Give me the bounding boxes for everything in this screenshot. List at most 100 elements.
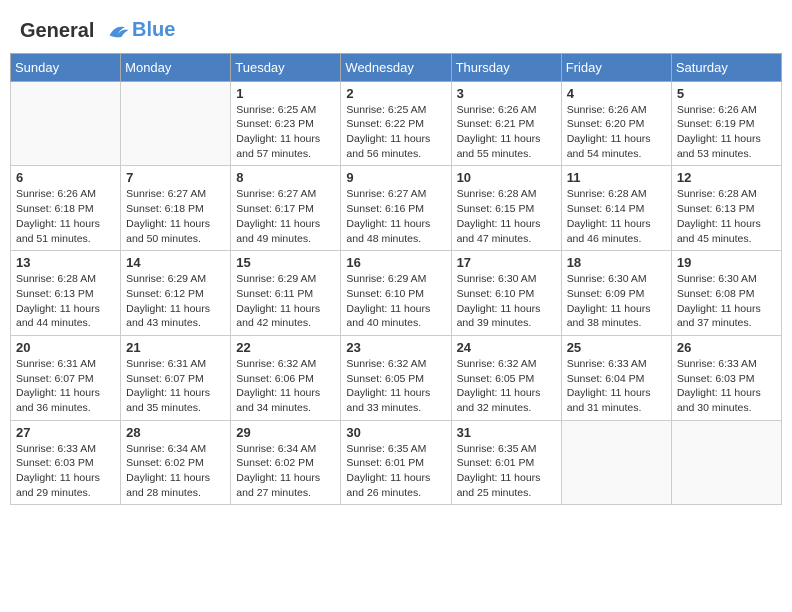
cell-info: Sunrise: 6:30 AMSunset: 6:08 PMDaylight:… (677, 272, 776, 331)
cell-info: Sunrise: 6:32 AMSunset: 6:05 PMDaylight:… (457, 357, 556, 416)
day-header-sunday: Sunday (11, 53, 121, 81)
calendar-cell (671, 420, 781, 505)
cell-info: Sunrise: 6:28 AMSunset: 6:13 PMDaylight:… (677, 187, 776, 246)
day-number: 3 (457, 86, 556, 101)
day-number: 13 (16, 255, 115, 270)
cell-info: Sunrise: 6:25 AMSunset: 6:22 PMDaylight:… (346, 103, 445, 162)
cell-info: Sunrise: 6:25 AMSunset: 6:23 PMDaylight:… (236, 103, 335, 162)
day-number: 21 (126, 340, 225, 355)
cell-info: Sunrise: 6:32 AMSunset: 6:05 PMDaylight:… (346, 357, 445, 416)
calendar-cell: 11Sunrise: 6:28 AMSunset: 6:14 PMDayligh… (561, 166, 671, 251)
calendar-cell (561, 420, 671, 505)
calendar-cell: 30 Sunrise: 6:35 AMSunset: 6:01 PMDayligh… (341, 420, 451, 505)
logo: General Blue (20, 20, 175, 43)
day-number: 14 (126, 255, 225, 270)
cell-info: Sunrise: 6:27 AMSunset: 6:18 PMDaylight:… (126, 187, 225, 246)
calendar-cell: 23 Sunrise: 6:32 AMSunset: 6:05 PMDayligh… (341, 335, 451, 420)
cell-info: Sunrise: 6:32 AMSunset: 6:06 PMDaylight:… (236, 357, 335, 416)
calendar-cell (11, 81, 121, 166)
cell-info: Sunrise: 6:26 AMSunset: 6:20 PMDaylight:… (567, 103, 666, 162)
day-number: 5 (677, 86, 776, 101)
calendar-table: SundayMondayTuesdayWednesdayThursdayFrid… (10, 53, 782, 506)
calendar-week-row: 13 Sunrise: 6:28 AMSunset: 6:13 PMDayligh… (11, 251, 782, 336)
day-number: 12 (677, 170, 776, 185)
day-header-saturday: Saturday (671, 53, 781, 81)
day-number: 4 (567, 86, 666, 101)
cell-info: Sunrise: 6:34 AMSunset: 6:02 PMDaylight:… (126, 442, 225, 501)
cell-info: Sunrise: 6:35 AMSunset: 6:01 PMDaylight:… (457, 442, 556, 501)
calendar-cell: 5 Sunrise: 6:26 AMSunset: 6:19 PMDaylight… (671, 81, 781, 166)
cell-info: Sunrise: 6:30 AMSunset: 6:09 PMDaylight:… (567, 272, 666, 331)
calendar-week-row: 20Sunrise: 6:31 AMSunset: 6:07 PMDayligh… (11, 335, 782, 420)
calendar-cell: 19 Sunrise: 6:30 AMSunset: 6:08 PMDayligh… (671, 251, 781, 336)
day-number: 8 (236, 170, 335, 185)
calendar-week-row: 27Sunrise: 6:33 AMSunset: 6:03 PMDayligh… (11, 420, 782, 505)
calendar-cell: 8Sunrise: 6:27 AMSunset: 6:17 PMDaylight… (231, 166, 341, 251)
calendar-cell: 3Sunrise: 6:26 AMSunset: 6:21 PMDaylight… (451, 81, 561, 166)
calendar-cell: 6 Sunrise: 6:26 AMSunset: 6:18 PMDaylight… (11, 166, 121, 251)
calendar-cell: 4 Sunrise: 6:26 AMSunset: 6:20 PMDaylight… (561, 81, 671, 166)
day-number: 10 (457, 170, 556, 185)
calendar-cell: 21 Sunrise: 6:31 AMSunset: 6:07 PMDayligh… (121, 335, 231, 420)
logo-text-general: General (20, 20, 94, 42)
calendar-cell: 14Sunrise: 6:29 AMSunset: 6:12 PMDayligh… (121, 251, 231, 336)
day-number: 31 (457, 425, 556, 440)
day-number: 15 (236, 255, 335, 270)
day-number: 9 (346, 170, 445, 185)
day-number: 2 (346, 86, 445, 101)
logo-text-blue: Blue (132, 19, 175, 42)
calendar-cell: 18 Sunrise: 6:30 AMSunset: 6:09 PMDayligh… (561, 251, 671, 336)
cell-info: Sunrise: 6:26 AMSunset: 6:19 PMDaylight:… (677, 103, 776, 162)
cell-info: Sunrise: 6:30 AMSunset: 6:10 PMDaylight:… (457, 272, 556, 331)
cell-info: Sunrise: 6:29 AMSunset: 6:10 PMDaylight:… (346, 272, 445, 331)
cell-info: Sunrise: 6:31 AMSunset: 6:07 PMDaylight:… (126, 357, 225, 416)
day-number: 11 (567, 170, 666, 185)
day-number: 23 (346, 340, 445, 355)
day-number: 24 (457, 340, 556, 355)
day-header-thursday: Thursday (451, 53, 561, 81)
calendar-cell: 31 Sunrise: 6:35 AMSunset: 6:01 PMDayligh… (451, 420, 561, 505)
calendar-cell: 15 Sunrise: 6:29 AMSunset: 6:11 PMDayligh… (231, 251, 341, 336)
cell-info: Sunrise: 6:26 AMSunset: 6:18 PMDaylight:… (16, 187, 115, 246)
calendar-cell: 22Sunrise: 6:32 AMSunset: 6:06 PMDayligh… (231, 335, 341, 420)
page-header: General Blue (10, 10, 782, 48)
calendar-cell: 29Sunrise: 6:34 AMSunset: 6:02 PMDayligh… (231, 420, 341, 505)
calendar-week-row: 6 Sunrise: 6:26 AMSunset: 6:18 PMDaylight… (11, 166, 782, 251)
day-number: 1 (236, 86, 335, 101)
cell-info: Sunrise: 6:33 AMSunset: 6:03 PMDaylight:… (677, 357, 776, 416)
day-header-wednesday: Wednesday (341, 53, 451, 81)
calendar-week-row: 1 Sunrise: 6:25 AMSunset: 6:23 PMDaylight… (11, 81, 782, 166)
calendar-cell: 25Sunrise: 6:33 AMSunset: 6:04 PMDayligh… (561, 335, 671, 420)
calendar-cell: 7 Sunrise: 6:27 AMSunset: 6:18 PMDaylight… (121, 166, 231, 251)
day-header-tuesday: Tuesday (231, 53, 341, 81)
calendar-cell: 2 Sunrise: 6:25 AMSunset: 6:22 PMDaylight… (341, 81, 451, 166)
day-number: 27 (16, 425, 115, 440)
cell-info: Sunrise: 6:28 AMSunset: 6:15 PMDaylight:… (457, 187, 556, 246)
calendar-cell: 1 Sunrise: 6:25 AMSunset: 6:23 PMDaylight… (231, 81, 341, 166)
day-number: 17 (457, 255, 556, 270)
day-number: 7 (126, 170, 225, 185)
day-header-monday: Monday (121, 53, 231, 81)
logo-bird-icon (104, 21, 132, 43)
cell-info: Sunrise: 6:35 AMSunset: 6:01 PMDaylight:… (346, 442, 445, 501)
calendar-cell: 16 Sunrise: 6:29 AMSunset: 6:10 PMDayligh… (341, 251, 451, 336)
calendar-cell: 24 Sunrise: 6:32 AMSunset: 6:05 PMDayligh… (451, 335, 561, 420)
calendar-cell: 27Sunrise: 6:33 AMSunset: 6:03 PMDayligh… (11, 420, 121, 505)
day-number: 29 (236, 425, 335, 440)
calendar-cell: 10 Sunrise: 6:28 AMSunset: 6:15 PMDayligh… (451, 166, 561, 251)
cell-info: Sunrise: 6:27 AMSunset: 6:16 PMDaylight:… (346, 187, 445, 246)
day-number: 19 (677, 255, 776, 270)
calendar-cell: 13 Sunrise: 6:28 AMSunset: 6:13 PMDayligh… (11, 251, 121, 336)
cell-info: Sunrise: 6:29 AMSunset: 6:11 PMDaylight:… (236, 272, 335, 331)
day-number: 16 (346, 255, 445, 270)
calendar-cell: 20Sunrise: 6:31 AMSunset: 6:07 PMDayligh… (11, 335, 121, 420)
day-number: 6 (16, 170, 115, 185)
day-number: 28 (126, 425, 225, 440)
calendar-cell: 9 Sunrise: 6:27 AMSunset: 6:16 PMDaylight… (341, 166, 451, 251)
cell-info: Sunrise: 6:28 AMSunset: 6:13 PMDaylight:… (16, 272, 115, 331)
cell-info: Sunrise: 6:31 AMSunset: 6:07 PMDaylight:… (16, 357, 115, 416)
cell-info: Sunrise: 6:33 AMSunset: 6:04 PMDaylight:… (567, 357, 666, 416)
calendar-header-row: SundayMondayTuesdayWednesdayThursdayFrid… (11, 53, 782, 81)
day-number: 30 (346, 425, 445, 440)
day-number: 18 (567, 255, 666, 270)
